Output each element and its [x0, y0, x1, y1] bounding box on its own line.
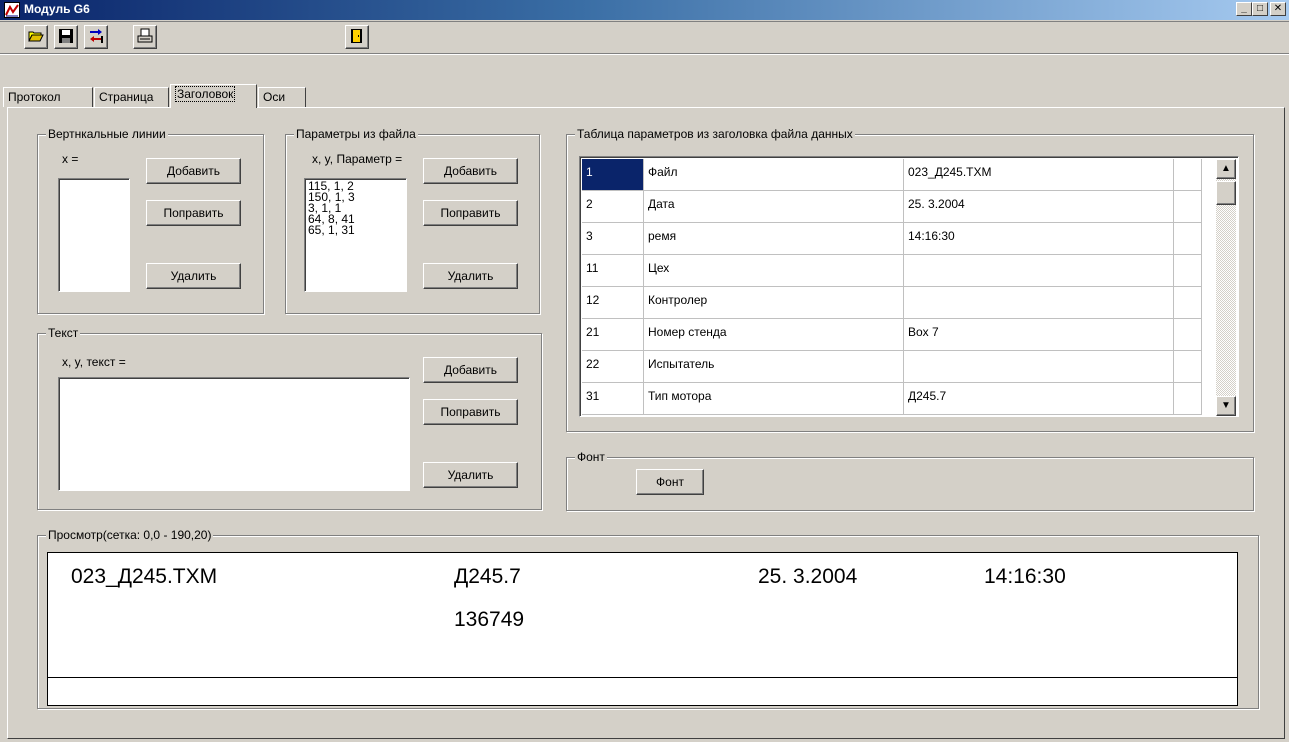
- table-cell-id[interactable]: 1: [582, 159, 644, 190]
- floppy-disk-icon: [58, 28, 74, 47]
- tab-axes[interactable]: Оси: [258, 87, 306, 107]
- file-params-label: x, y, Параметр =: [312, 152, 403, 166]
- tab-protocol[interactable]: Протокол: [3, 87, 93, 107]
- vertical-lines-x-label: x =: [62, 152, 79, 166]
- preview-motor-type: Д245.7: [454, 565, 521, 588]
- preview-time: 14:16:30: [984, 565, 1066, 588]
- text-input-area[interactable]: [58, 377, 410, 491]
- file-params-edit-button[interactable]: Поправить: [423, 200, 518, 226]
- table-cell-id[interactable]: 31: [582, 383, 644, 414]
- table-cell-extra[interactable]: [1174, 287, 1202, 318]
- table-cell-id[interactable]: 3: [582, 223, 644, 254]
- table-row[interactable]: 2 Дата 25. 3.2004: [582, 191, 1202, 223]
- table-cell-name[interactable]: Контролер: [644, 287, 904, 318]
- file-params-title: Параметры из файла: [294, 127, 418, 141]
- scroll-up-button[interactable]: ▲: [1216, 159, 1236, 179]
- list-item[interactable]: 65, 1, 31: [308, 224, 403, 236]
- file-params-delete-button[interactable]: Удалить: [423, 263, 518, 289]
- preview-canvas: 023_Д245.TXM Д245.7 25. 3.2004 14:16:30 …: [47, 552, 1238, 706]
- table-cell-extra[interactable]: [1174, 159, 1202, 190]
- font-group-title: Фонт: [575, 450, 607, 464]
- table-row[interactable]: 22 Испытатель: [582, 351, 1202, 383]
- text-edit-button[interactable]: Поправить: [423, 399, 518, 425]
- arrow-down-icon: ▼: [1221, 400, 1231, 411]
- table-cell-value[interactable]: 25. 3.2004: [904, 191, 1174, 222]
- table-cell-name[interactable]: Дата: [644, 191, 904, 222]
- table-row[interactable]: 1 Файл 023_Д245.TXM: [582, 159, 1202, 191]
- open-button[interactable]: [24, 25, 48, 49]
- table-cell-value[interactable]: 023_Д245.TXM: [904, 159, 1174, 190]
- vertical-lines-delete-button[interactable]: Удалить: [146, 263, 241, 289]
- table-cell-value[interactable]: [904, 287, 1174, 318]
- print-button[interactable]: [133, 25, 157, 49]
- text-group-label: x, y, текст =: [62, 355, 126, 369]
- preview-date: 25. 3.2004: [758, 565, 858, 588]
- table-cell-name[interactable]: Номер стенда: [644, 319, 904, 350]
- scroll-down-button[interactable]: ▼: [1216, 396, 1236, 416]
- param-table-title: Таблица параметров из заголовка файла да…: [575, 127, 855, 141]
- preview-number: 136749: [454, 608, 525, 631]
- preview-bottom-line: [48, 677, 1237, 678]
- table-cell-value[interactable]: [904, 255, 1174, 286]
- tab-page[interactable]: Страница: [94, 87, 169, 107]
- file-params-listbox[interactable]: 115, 1, 2 150, 1, 3 3, 1, 1 64, 8, 41 65…: [304, 178, 407, 292]
- arrow-up-icon: ▲: [1221, 163, 1231, 174]
- minimize-button[interactable]: _: [1236, 2, 1252, 16]
- table-cell-extra[interactable]: [1174, 191, 1202, 222]
- printer-icon: [137, 28, 153, 47]
- preview-title: Просмотр(сетка: 0,0 - 190,20): [46, 528, 214, 542]
- table-cell-name[interactable]: Тип мотора: [644, 383, 904, 414]
- table-cell-id[interactable]: 12: [582, 287, 644, 318]
- table-cell-extra[interactable]: [1174, 223, 1202, 254]
- file-params-add-button[interactable]: Добавить: [423, 158, 518, 184]
- table-cell-value[interactable]: [904, 351, 1174, 382]
- param-table[interactable]: 1 Файл 023_Д245.TXM 2 Дата 25. 3.2004 3 …: [579, 156, 1239, 417]
- vertical-lines-title: Вертнкальные линии: [46, 127, 168, 141]
- text-add-button[interactable]: Добавить: [423, 357, 518, 383]
- vertical-lines-edit-button[interactable]: Поправить: [146, 200, 241, 226]
- table-cell-id[interactable]: 2: [582, 191, 644, 222]
- table-scrollbar[interactable]: ▲ ▼: [1216, 159, 1236, 416]
- window-title: Модуль G6: [24, 2, 90, 16]
- table-row[interactable]: 31 Тип мотора Д245.7: [582, 383, 1202, 415]
- table-cell-value[interactable]: Д245.7: [904, 383, 1174, 414]
- table-cell-value[interactable]: Box 7: [904, 319, 1174, 350]
- table-cell-value[interactable]: 14:16:30: [904, 223, 1174, 254]
- vertical-lines-add-button[interactable]: Добавить: [146, 158, 241, 184]
- exit-door-icon: [349, 28, 365, 47]
- save-button[interactable]: [54, 25, 78, 49]
- table-cell-name[interactable]: Испытатель: [644, 351, 904, 382]
- table-row[interactable]: 21 Номер стенда Box 7: [582, 319, 1202, 351]
- folder-open-icon: [28, 29, 44, 46]
- font-button[interactable]: Фонт: [636, 469, 704, 495]
- transfer-button[interactable]: [84, 25, 108, 49]
- transfer-icon: [88, 28, 104, 47]
- table-cell-name[interactable]: ремя: [644, 223, 904, 254]
- vertical-lines-listbox[interactable]: [58, 178, 130, 292]
- table-row[interactable]: 3 ремя 14:16:30: [582, 223, 1202, 255]
- preview-filename: 023_Д245.TXM: [71, 565, 218, 588]
- table-row[interactable]: 11 Цех: [582, 255, 1202, 287]
- app-icon: [4, 2, 20, 18]
- table-cell-extra[interactable]: [1174, 351, 1202, 382]
- text-delete-button[interactable]: Удалить: [423, 462, 518, 488]
- text-group-title: Текст: [46, 326, 81, 340]
- table-cell-extra[interactable]: [1174, 383, 1202, 414]
- table-row[interactable]: 12 Контролер: [582, 287, 1202, 319]
- title-bar: Модуль G6 _ □ ✕: [0, 0, 1289, 20]
- table-cell-id[interactable]: 22: [582, 351, 644, 382]
- table-cell-name[interactable]: Цех: [644, 255, 904, 286]
- toolbar-divider-top: [0, 21, 1289, 22]
- scroll-thumb[interactable]: [1216, 181, 1236, 205]
- table-cell-id[interactable]: 11: [582, 255, 644, 286]
- table-cell-extra[interactable]: [1174, 255, 1202, 286]
- maximize-button[interactable]: □: [1252, 2, 1268, 16]
- table-cell-id[interactable]: 21: [582, 319, 644, 350]
- tab-header[interactable]: Заголовок: [170, 84, 257, 108]
- table-cell-extra[interactable]: [1174, 319, 1202, 350]
- table-cell-name[interactable]: Файл: [644, 159, 904, 190]
- toolbar-divider-highlight: [0, 54, 1289, 55]
- exit-button[interactable]: [345, 25, 369, 49]
- close-button[interactable]: ✕: [1270, 2, 1286, 16]
